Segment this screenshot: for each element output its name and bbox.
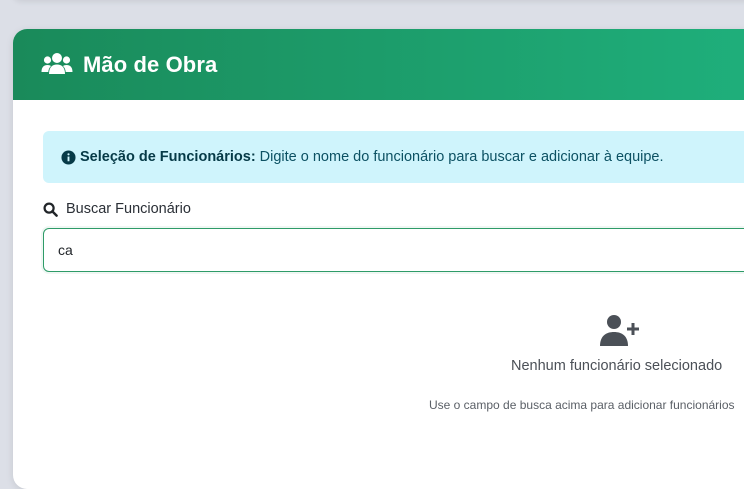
users-icon bbox=[41, 52, 73, 78]
search-icon bbox=[43, 201, 58, 217]
alert-label: Seleção de Funcionários: bbox=[80, 149, 256, 165]
info-circle-icon bbox=[61, 149, 76, 165]
search-label: Buscar Funcionário bbox=[43, 201, 191, 217]
alert-message: Digite o nome do funcionário para buscar… bbox=[259, 149, 664, 165]
user-plus-icon bbox=[599, 314, 641, 348]
card-header: Mão de Obra bbox=[13, 29, 744, 100]
labor-card: Mão de Obra Seleção de Funcionários: Dig… bbox=[13, 29, 744, 489]
employee-search-input[interactable] bbox=[43, 228, 744, 272]
search-label-text: Buscar Funcionário bbox=[66, 201, 191, 217]
info-alert: Seleção de Funcionários: Digite o nome d… bbox=[43, 131, 744, 183]
empty-state-hint: Use o campo de busca acima para adiciona… bbox=[429, 398, 735, 412]
card-title: Mão de Obra bbox=[83, 51, 218, 77]
empty-state-title: Nenhum funcionário selecionado bbox=[511, 358, 723, 374]
